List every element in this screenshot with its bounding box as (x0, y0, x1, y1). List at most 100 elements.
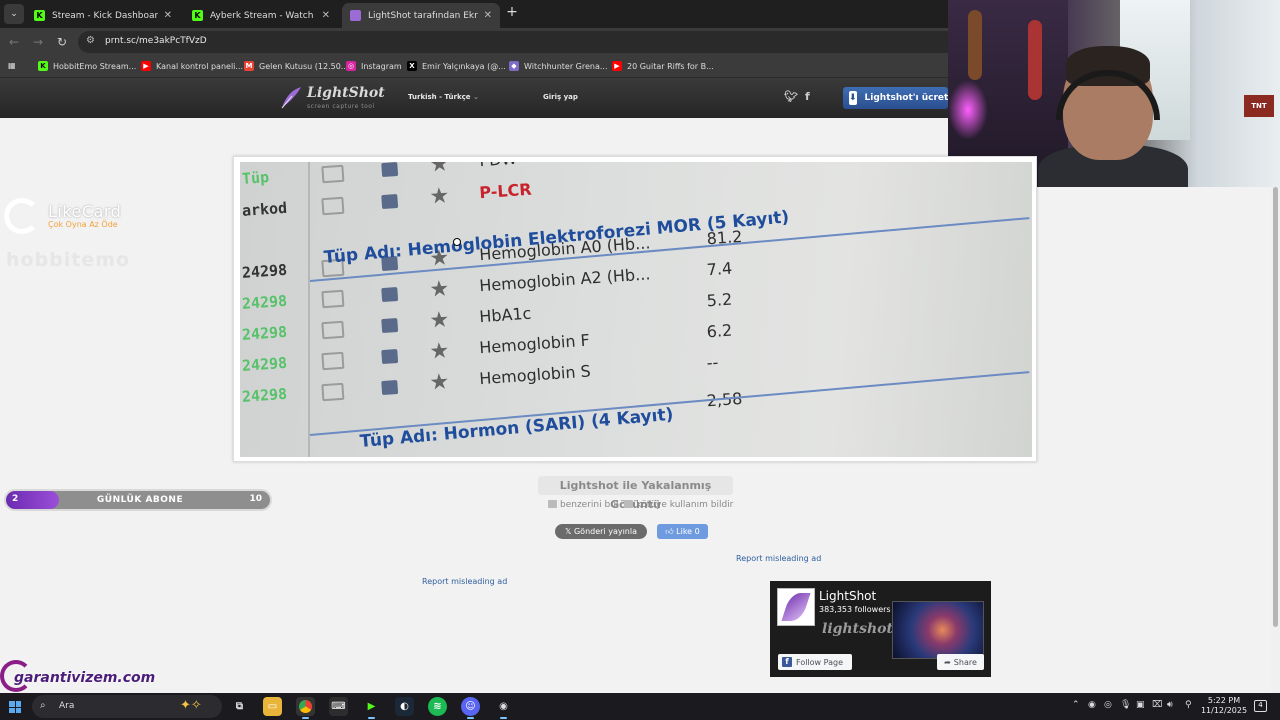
chrome-icon[interactable] (296, 697, 315, 719)
close-tab-icon[interactable]: ✕ (322, 10, 330, 21)
reload-icon[interactable]: ↻ (54, 34, 70, 50)
page-followers: 383,353 followers (819, 605, 891, 614)
trash-icon (624, 500, 634, 508)
language-selector[interactable]: Turkish - Türkçe ⌄ (408, 93, 479, 101)
tray-record-icon[interactable]: ◉ (1088, 700, 1096, 710)
screenshot-frame: Tüp★PDW50,0arkod★P-LCR24298★Hemoglobin A… (233, 156, 1037, 462)
page-scrollbar[interactable] (1271, 187, 1280, 693)
bookmark-label: 20 Guitar Riffs for B... (627, 61, 714, 71)
file-explorer-icon[interactable]: ▭ (263, 697, 282, 716)
new-tab-button[interactable]: + (504, 4, 520, 20)
download-button[interactable]: ⬇ Lightshot'ı ücretsi (843, 87, 948, 109)
kick-streamer-icon[interactable]: ▶ (362, 697, 381, 719)
feather-icon (781, 593, 811, 621)
facebook-page-card[interactable]: LightShot 383,353 followers lightshot fF… (770, 581, 991, 677)
barcode-id: arkod (241, 198, 288, 220)
url-bar[interactable]: ⚙ prnt.sc/me3akPcTfVzD (78, 31, 958, 53)
tab-ayberk-stream[interactable]: K Ayberk Stream - Watch Live on ✕ (184, 3, 338, 28)
spotify-icon[interactable]: ≋ (428, 697, 447, 716)
bookmark-x[interactable]: X Emir Yalçınkaya (@... (407, 61, 506, 71)
star-icon: ★ (428, 307, 451, 334)
follow-page-button[interactable]: f Follow Page (778, 654, 852, 670)
thumbs-up-icon: 👍︎ (665, 527, 677, 536)
webcam-tnt-box: TNT (1244, 95, 1274, 117)
facebook-icon: f (782, 657, 792, 667)
page-name[interactable]: LightShot (819, 589, 876, 603)
apps-grid-icon[interactable]: ▦ (8, 61, 16, 70)
download-icon: ⬇ (849, 91, 857, 105)
tray-chevron-icon[interactable]: ⌃ (1072, 700, 1080, 710)
bookmark-instagram[interactable]: ◎ Instagram (346, 61, 402, 71)
microphone-icon[interactable]: 🎙︎ (1120, 700, 1131, 710)
report-misleading-ad-link[interactable]: Report misleading ad (736, 554, 821, 563)
tab-lightshot[interactable]: LightShot tarafından Ekran Gör ✕ (342, 3, 500, 28)
share-button[interactable]: ➦ Share (937, 654, 984, 670)
image-actions: benzerini bul kötüye kullanım bildir (548, 500, 733, 510)
barcode-id: 24298 (241, 353, 288, 375)
report-misleading-ad-link[interactable]: Report misleading ad (422, 577, 507, 586)
display-icon[interactable]: ▣ (1136, 700, 1145, 710)
volume-icon[interactable]: 🔊︎ (1167, 700, 1173, 710)
notification-center-icon[interactable]: 4 (1254, 700, 1267, 712)
mouse-cursor-icon (453, 238, 461, 246)
tab-kick-dashboard[interactable]: K Stream - Kick Dashboard ✕ (26, 3, 180, 28)
terminal-icon[interactable]: ⌨ (329, 697, 348, 716)
clock-date: 11/12/2025 (1200, 706, 1248, 715)
tray-app-icon[interactable]: ◎ (1104, 700, 1112, 710)
search-icon: ⌕ (40, 700, 46, 711)
x-icon: 𝕏 (564, 527, 574, 536)
twitter-icon[interactable]: 🐦︎ (784, 90, 798, 103)
obs-icon[interactable]: ◉ (494, 697, 513, 719)
test-name: Hemoglobin S (478, 361, 592, 389)
site-info-icon[interactable]: ⚙ (86, 35, 95, 46)
scrollbar-thumb[interactable] (1273, 187, 1278, 627)
bookmark-guitar-riffs[interactable]: ▶ 20 Guitar Riffs for B... (612, 61, 714, 71)
bookmark-gmail[interactable]: M Gelen Kutusu (12.50... (244, 61, 348, 71)
windows-start-icon[interactable] (9, 701, 21, 713)
report-abuse-link[interactable]: kötüye kullanım bildir (624, 500, 733, 510)
chevron-down-icon: ⌄ (472, 93, 479, 101)
network-icon[interactable]: ⌧ (1152, 700, 1162, 710)
steam-icon[interactable]: ◐ (395, 697, 414, 716)
language-icon[interactable]: ⚲ (1185, 700, 1192, 710)
barcode-id: 24298 (241, 260, 288, 282)
find-similar-link[interactable]: benzerini bul (548, 500, 618, 510)
bookmark-label: Kanal kontrol paneli... (156, 61, 244, 71)
forward-arrow-icon[interactable]: → (30, 34, 46, 50)
bookmark-label: Emir Yalçınkaya (@... (422, 61, 506, 71)
bookmark-label: Gelen Kutusu (12.50... (259, 61, 349, 71)
printer-icon (381, 193, 399, 210)
close-tab-icon[interactable]: ✕ (484, 10, 492, 21)
taskbar-clock[interactable]: 5:22 PM 11/12/2025 (1200, 696, 1248, 716)
kick-icon: K (192, 10, 203, 21)
star-icon: ★ (428, 183, 451, 210)
tab-search-chevron-icon[interactable]: ⌄ (4, 4, 24, 24)
bookmark-hobbitemo[interactable]: K HobbitEmo Stream... (38, 61, 136, 71)
facebook-icon[interactable]: f (805, 90, 810, 103)
screenshot-image[interactable]: Tüp★PDW50,0arkod★P-LCR24298★Hemoglobin A… (240, 162, 1032, 457)
task-view-icon[interactable]: ⧉ (230, 697, 249, 716)
bookmark-youtube-studio[interactable]: ▶ Kanal kontrol paneli... (141, 61, 243, 71)
discord-icon[interactable]: ☺ (461, 697, 480, 719)
bookmark-label: Instagram (361, 61, 402, 71)
tweet-button[interactable]: 𝕏 Gönderi yayınla (555, 524, 647, 539)
likecard-ring-icon (4, 198, 40, 234)
tab-title: Stream - Kick Dashboard (52, 10, 158, 21)
taskbar-search[interactable]: ⌕ Ara ✦✧ (32, 695, 222, 718)
checkbox-icon (321, 196, 345, 216)
back-arrow-icon[interactable]: ← (6, 34, 22, 50)
instagram-icon: ◎ (346, 61, 356, 71)
bookmark-witchhunter[interactable]: ◆ Witchhunter Grena... (509, 61, 608, 71)
facebook-like-button[interactable]: 👍︎ Like 0 (657, 524, 708, 539)
bookmark-label: Witchhunter Grena... (524, 61, 608, 71)
logo-subtitle: screen capture tool (307, 103, 375, 110)
checkbox-icon (321, 164, 345, 184)
checkbox-icon (321, 320, 345, 340)
lightshot-logo[interactable]: LightShot screen capture tool (280, 83, 390, 113)
shield-icon: ◆ (509, 61, 519, 71)
hobbitemo-watermark: hobbitemo (6, 249, 131, 271)
login-link[interactable]: Giriş yap (543, 93, 578, 101)
close-tab-icon[interactable]: ✕ (164, 10, 172, 21)
test-value: -- (706, 352, 719, 373)
test-name: HbA1c (478, 303, 532, 327)
